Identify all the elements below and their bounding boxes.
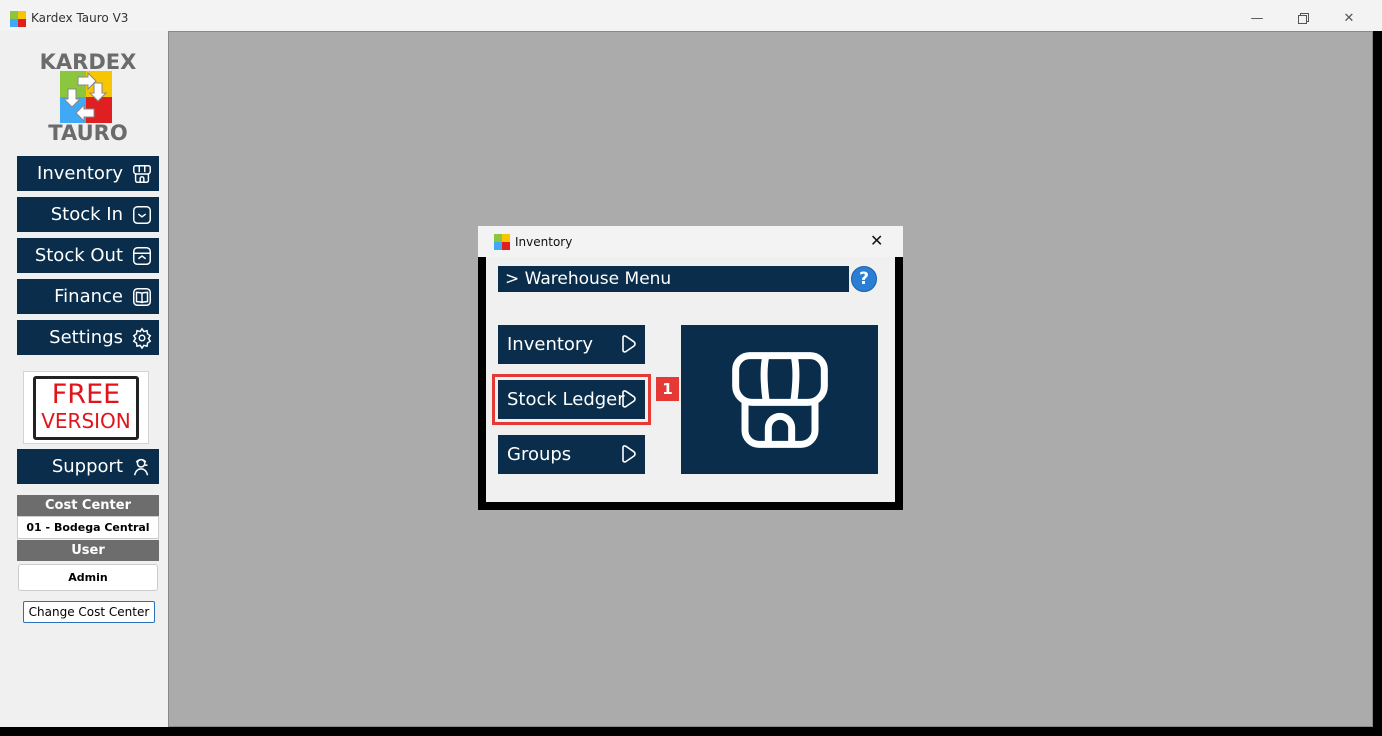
sidebar-item-stock-out[interactable]: Stock Out [17, 238, 159, 273]
sidebar-item-stock-in[interactable]: Stock In [17, 197, 159, 232]
warehouse-menu-header: > Warehouse Menu [498, 266, 849, 292]
sidebar-item-inventory[interactable]: Inventory [17, 156, 159, 191]
cost-center-value: 01 - Bodega Central [17, 516, 159, 539]
minimize-icon: — [1250, 10, 1264, 26]
cost-center-header: Cost Center [17, 495, 159, 516]
dialog-title-bar: Inventory ✕ [478, 226, 903, 257]
sidebar-item-label: Inventory [37, 163, 123, 184]
storefront-icon [133, 164, 151, 183]
button-label: Inventory [507, 334, 593, 355]
window-title: Kardex Tauro V3 [31, 11, 129, 25]
inventory-button[interactable]: Inventory [498, 325, 645, 364]
window-edge [0, 727, 1382, 736]
close-icon: ✕ [1343, 10, 1355, 26]
tray-out-icon [133, 246, 151, 265]
app-logo-icon [10, 11, 26, 27]
play-circle-icon [622, 445, 636, 463]
logo-bottom-word: TAURO [48, 121, 128, 145]
dialog-title: Inventory [515, 235, 573, 249]
kardex-tauro-logo: KARDEX TAURO [36, 50, 140, 146]
close-icon[interactable]: ✕ [870, 231, 883, 250]
sidebar-item-finance[interactable]: Finance [17, 279, 159, 314]
book-icon [133, 287, 151, 306]
sidebar-item-label: Stock Out [34, 245, 123, 266]
inventory-dialog: Inventory ✕ > Warehouse Menu ? Inventory… [478, 226, 903, 510]
highlight-box [492, 374, 651, 425]
sidebar-item-settings[interactable]: Settings [17, 320, 159, 355]
window-edge [1373, 31, 1382, 736]
free-version-badge: FREE VERSION [23, 371, 149, 444]
restore-button[interactable] [1280, 6, 1326, 30]
app-window: Kardex Tauro V3 — ✕ KARDEX TAURO Invento… [0, 0, 1382, 736]
groups-button[interactable]: Groups [498, 435, 645, 474]
dialog-body: > Warehouse Menu ? Inventory Stock Ledge… [486, 257, 895, 502]
free-version-stamp: FREE VERSION [33, 376, 139, 440]
sidebar-item-label: Finance [54, 286, 123, 307]
minimize-button[interactable]: — [1234, 6, 1280, 30]
inventory-tile [681, 325, 878, 474]
step-badge: 1 [656, 377, 679, 401]
storefront-icon [731, 351, 828, 448]
help-button[interactable]: ? [851, 266, 877, 292]
free-line2: VERSION [41, 409, 131, 433]
logo-icon [60, 71, 112, 123]
free-line1: FREE [51, 379, 121, 410]
gear-icon [132, 327, 152, 349]
app-logo-icon [494, 234, 510, 250]
sidebar-item-label: Support [51, 456, 123, 477]
sidebar-item-support[interactable]: Support [17, 449, 159, 484]
play-circle-icon [622, 335, 636, 353]
sidebar-item-label: Stock In [50, 204, 123, 225]
sidebar: KARDEX TAURO Inventory Stock In Stock Ou… [8, 31, 168, 727]
change-cost-center-button[interactable]: Change Cost Center [23, 601, 155, 623]
close-button[interactable]: ✕ [1326, 6, 1372, 30]
sidebar-item-label: Settings [49, 327, 123, 348]
button-label: Groups [507, 444, 572, 465]
agent-icon [133, 458, 149, 475]
tray-in-icon [133, 205, 151, 224]
user-value: Admin [18, 564, 158, 591]
user-header: User [17, 540, 159, 561]
restore-icon [1297, 12, 1309, 24]
title-bar: Kardex Tauro V3 — ✕ [0, 0, 1382, 31]
